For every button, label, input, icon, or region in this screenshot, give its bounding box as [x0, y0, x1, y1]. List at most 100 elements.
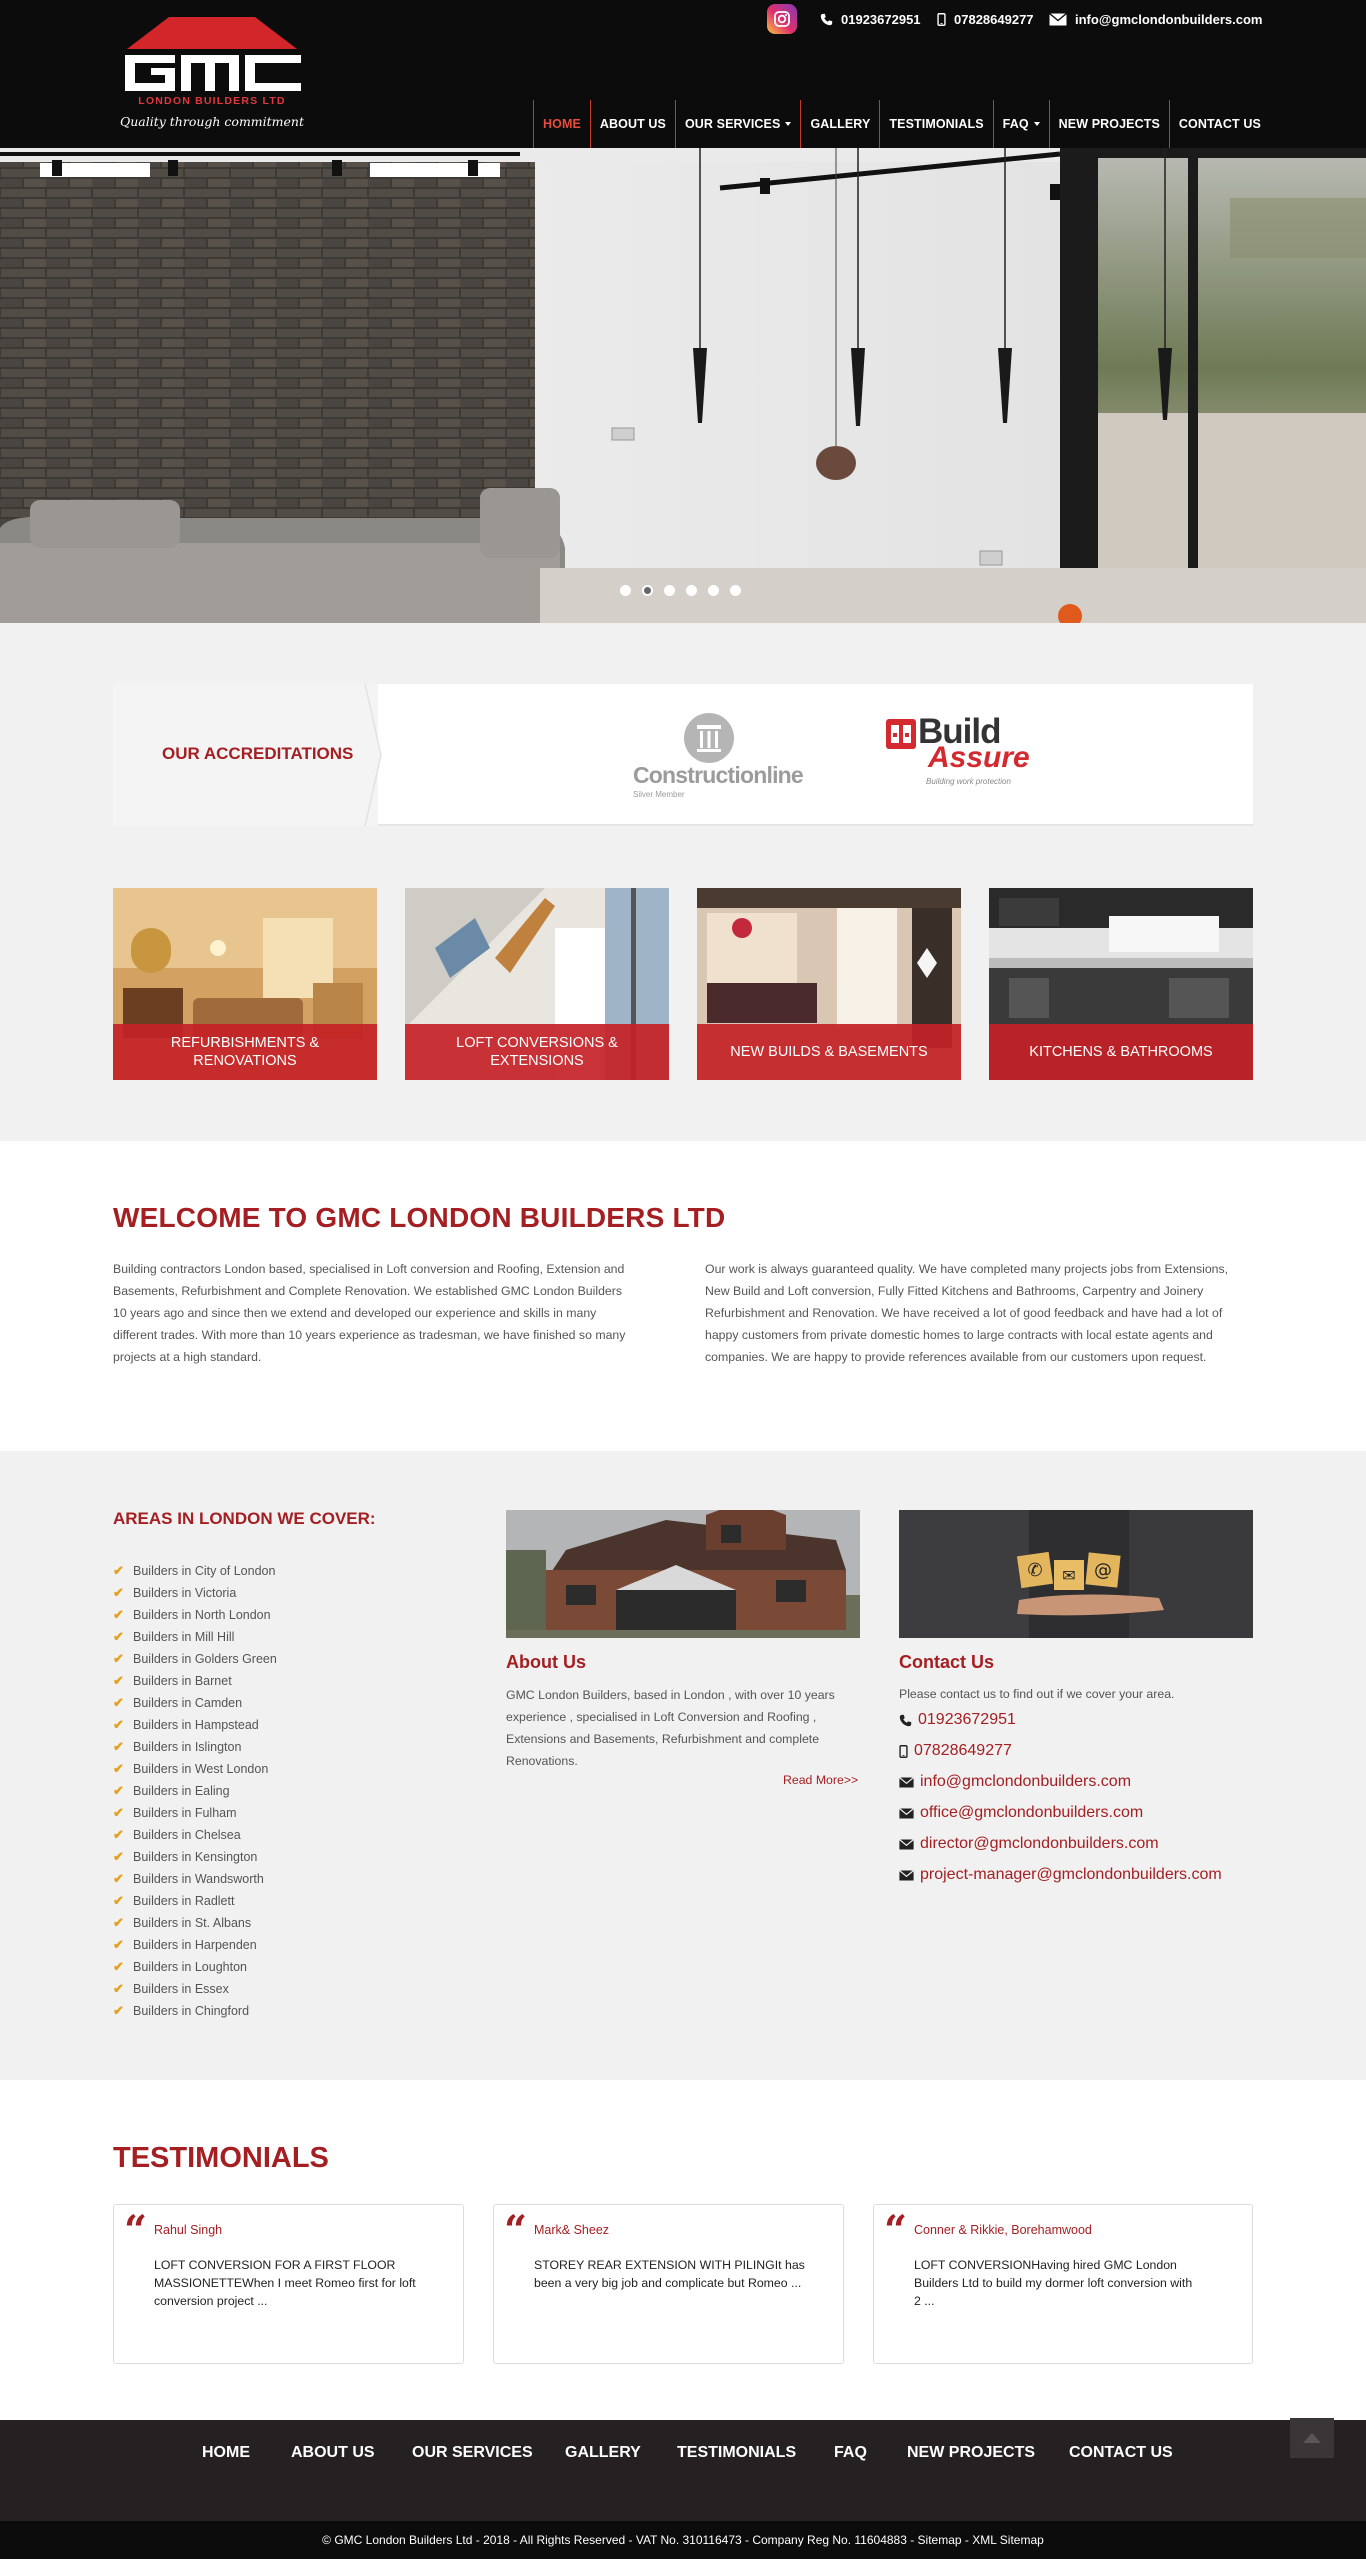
contact-phone2[interactable]: 07828649277: [899, 1740, 1012, 1762]
area-item-label: Builders in Hampstead: [133, 1718, 259, 1732]
footer-nav-new-projects[interactable]: NEW PROJECTS: [907, 2420, 1035, 2486]
area-item[interactable]: ✔ Builders in Mill Hill: [113, 1626, 277, 1648]
quote-icon: “: [884, 2207, 908, 2254]
area-item[interactable]: ✔ Builders in Victoria: [113, 1582, 277, 1604]
check-icon: ✔: [113, 1959, 124, 1974]
contact-blocks-photo: ✆ ✉ @: [899, 1510, 1253, 1638]
footer-nav-contact[interactable]: CONTACT US: [1069, 2420, 1173, 2486]
area-item[interactable]: ✔ Builders in Harpenden: [113, 1934, 277, 1956]
slider-dot-active[interactable]: [642, 585, 653, 596]
nav-home[interactable]: HOME: [533, 100, 590, 148]
slider-dot[interactable]: [730, 585, 741, 596]
contact-email-info[interactable]: info@gmclondonbuilders.com: [899, 1771, 1131, 1793]
topbar-phone2[interactable]: 07828649277: [937, 6, 1034, 32]
area-item[interactable]: ✔ Builders in West London: [113, 1758, 277, 1780]
check-icon: ✔: [113, 1849, 124, 1864]
topbar-email-text: info@gmclondonbuilders.com: [1075, 11, 1263, 27]
build-assure-logo[interactable]: Build Assure Building work protection: [886, 712, 1030, 794]
footer-nav-home[interactable]: HOME: [202, 2420, 250, 2486]
area-item[interactable]: ✔ Builders in Barnet: [113, 1670, 277, 1692]
welcome-paragraph-1: Building contractors London based, speci…: [113, 1262, 626, 1364]
service-tile-loft[interactable]: LOFT CONVERSIONS & EXTENSIONS: [405, 888, 669, 1080]
read-more-link[interactable]: Read More>>: [783, 1773, 858, 1787]
about-photo[interactable]: [506, 1510, 860, 1638]
footer-nav-gallery[interactable]: GALLERY: [565, 2420, 641, 2486]
nav-services[interactable]: OUR SERVICES: [674, 100, 800, 148]
envelope-icon: [899, 1776, 914, 1787]
slider-dot[interactable]: [664, 585, 675, 596]
contact-phone1-text: 01923672951: [918, 1711, 1016, 1728]
contact-email-director[interactable]: director@gmclondonbuilders.com: [899, 1833, 1159, 1855]
testimonial-card[interactable]: “ Rahul Singh LOFT CONVERSION FOR A FIRS…: [113, 2204, 464, 2364]
build-assure-mark-icon: [886, 719, 916, 749]
area-item[interactable]: ✔ Builders in Kensington: [113, 1846, 277, 1868]
scroll-to-top-button[interactable]: [1290, 2418, 1334, 2458]
nav-contact[interactable]: CONTACT US: [1168, 100, 1270, 148]
area-item[interactable]: ✔ Builders in Ealing: [113, 1780, 277, 1802]
nav-faq[interactable]: FAQ: [992, 100, 1049, 148]
area-item-label: Builders in Wandsworth: [133, 1872, 264, 1886]
area-item[interactable]: ✔ Builders in City of London: [113, 1560, 277, 1582]
check-icon: ✔: [113, 1761, 124, 1776]
logo-tagline: Quality through commitment: [119, 114, 305, 129]
slider-dot[interactable]: [620, 585, 631, 596]
nav-about-label: ABOUT US: [599, 117, 666, 131]
contact-email-office[interactable]: office@gmclondonbuilders.com: [899, 1802, 1143, 1824]
testimonials-title: TESTIMONIALS: [113, 2142, 329, 2174]
testimonial-card[interactable]: “ Mark& Sheez STOREY REAR EXTENSION WITH…: [493, 2204, 844, 2364]
area-item[interactable]: ✔ Builders in Islington: [113, 1736, 277, 1758]
nav-gallery[interactable]: GALLERY: [800, 100, 879, 148]
area-item[interactable]: ✔ Builders in St. Albans: [113, 1912, 277, 1934]
area-item[interactable]: ✔ Builders in North London: [113, 1604, 277, 1626]
caret-down-icon: [785, 122, 792, 126]
area-item-label: Builders in St. Albans: [133, 1916, 252, 1930]
area-item[interactable]: ✔ Builders in Chelsea: [113, 1824, 277, 1846]
topbar-email[interactable]: info@gmclondonbuilders.com: [1049, 6, 1262, 32]
area-item[interactable]: ✔ Builders in Fulham: [113, 1802, 277, 1824]
footer-nav-faq[interactable]: FAQ: [834, 2420, 867, 2486]
area-item-label: Builders in West London: [133, 1762, 269, 1776]
testimonial-card[interactable]: “ Conner & Rikkie, Borehamwood LOFT CONV…: [873, 2204, 1253, 2364]
main-nav: HOME ABOUT US OUR SERVICES GALLERY TESTI…: [533, 100, 1270, 148]
check-icon: ✔: [113, 1673, 124, 1688]
accreditations-panel: OUR ACCREDITATIONS Constructionline Silv…: [113, 684, 1253, 826]
footer-nav-about[interactable]: ABOUT US: [291, 2420, 375, 2486]
area-item[interactable]: ✔ Builders in Chingford: [113, 2000, 277, 2022]
service-tile-kitchens[interactable]: KITCHENS & BATHROOMS: [989, 888, 1253, 1080]
slider-dots: [620, 585, 741, 596]
slider-dot[interactable]: [686, 585, 697, 596]
topbar-phone1[interactable]: 01923672951: [820, 6, 921, 32]
area-item[interactable]: ✔ Builders in Loughton: [113, 1956, 277, 1978]
footer-nav-testimonials[interactable]: TESTIMONIALS: [677, 2420, 796, 2486]
nav-new-projects[interactable]: NEW PROJECTS: [1048, 100, 1169, 148]
service-tile-refurbishments[interactable]: REFURBISHMENTS & RENOVATIONS: [113, 888, 377, 1080]
welcome-section: WELCOME TO GMC LONDON BUILDERS LTD Build…: [0, 1141, 1366, 1451]
contact-email-project-manager[interactable]: project-manager@gmclondonbuilders.com: [899, 1864, 1222, 1886]
area-item[interactable]: ✔ Builders in Golders Green: [113, 1648, 277, 1670]
service-tile-newbuilds[interactable]: NEW BUILDS & BASEMENTS: [697, 888, 961, 1080]
area-item[interactable]: ✔ Builders in Wandsworth: [113, 1868, 277, 1890]
logo-subtitle: LONDON BUILDERS LTD: [138, 95, 286, 107]
check-icon: ✔: [113, 1915, 124, 1930]
contact-phone1[interactable]: 01923672951: [899, 1709, 1016, 1731]
footer-nav-services[interactable]: OUR SERVICES: [412, 2420, 533, 2486]
hero-slider[interactable]: [0, 148, 1366, 623]
constructionline-logo[interactable]: Constructionline Silver Member: [633, 712, 804, 802]
gmc-logo[interactable]: LONDON BUILDERS LTD Quality through comm…: [117, 17, 307, 135]
area-item-label: Builders in Radlett: [133, 1894, 235, 1908]
area-item[interactable]: ✔ Builders in Camden: [113, 1692, 277, 1714]
arrow-divider: [353, 684, 382, 826]
area-item[interactable]: ✔ Builders in Hampstead: [113, 1714, 277, 1736]
area-item[interactable]: ✔ Builders in Radlett: [113, 1890, 277, 1912]
instagram-icon[interactable]: [767, 4, 797, 34]
contact-photo[interactable]: ✆ ✉ @: [899, 1510, 1253, 1638]
constructionline-name: Constructionline: [633, 762, 804, 788]
area-item[interactable]: ✔ Builders in Essex: [113, 1978, 277, 2000]
nav-about[interactable]: ABOUT US: [589, 100, 675, 148]
nav-gallery-label: GALLERY: [810, 117, 871, 131]
nav-testimonials[interactable]: TESTIMONIALS: [879, 100, 992, 148]
slider-dot[interactable]: [708, 585, 719, 596]
check-icon: ✔: [113, 1629, 124, 1644]
area-item-label: Builders in Essex: [133, 1982, 229, 1996]
check-icon: ✔: [113, 1651, 124, 1666]
